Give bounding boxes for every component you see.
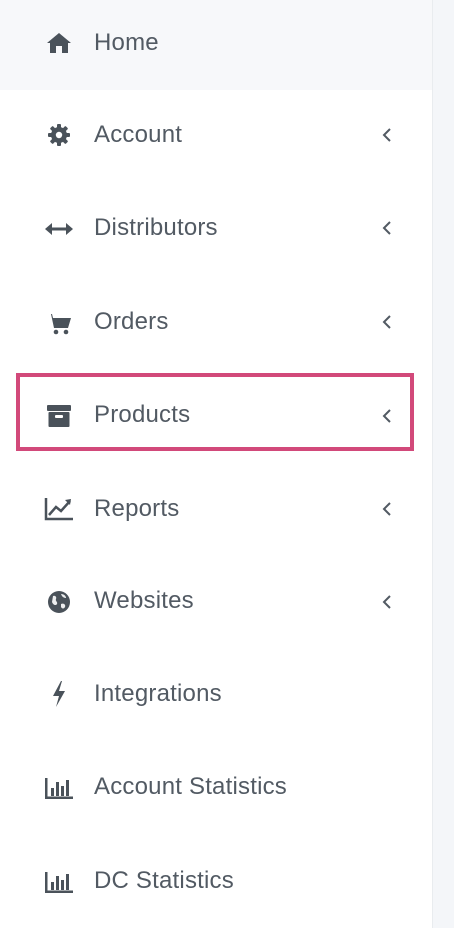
home-icon xyxy=(44,28,74,58)
line-chart-icon xyxy=(44,494,74,524)
sidebar-item-account[interactable]: Account xyxy=(0,90,432,180)
chevron-left-icon xyxy=(376,591,398,613)
sidebar-item-label: Home xyxy=(94,29,159,56)
lightning-bolt-icon xyxy=(44,679,74,709)
globe-icon xyxy=(44,587,74,617)
sidebar-item-label: Account xyxy=(94,121,183,148)
content-area-edge xyxy=(432,0,454,928)
sidebar-item-websites[interactable]: Websites xyxy=(0,556,432,646)
horizontal-arrows-icon xyxy=(44,214,74,244)
chevron-left-icon xyxy=(376,311,398,333)
gear-icon xyxy=(44,120,74,150)
bar-chart-icon xyxy=(44,773,74,803)
sidebar-item-label: Distributors xyxy=(94,214,218,241)
sidebar-nav: Home Account Distributors Orders Product… xyxy=(0,0,432,928)
sidebar-item-distributors[interactable]: Distributors xyxy=(0,183,432,273)
sidebar-item-orders[interactable]: Orders xyxy=(0,277,432,367)
sidebar-item-label: Reports xyxy=(94,495,180,522)
chevron-left-icon xyxy=(376,124,398,146)
products-highlight-outline xyxy=(16,373,414,451)
sidebar-item-integrations[interactable]: Integrations xyxy=(0,649,432,739)
sidebar-item-label: DC Statistics xyxy=(94,867,234,894)
sidebar-item-label: Orders xyxy=(94,308,169,335)
shopping-cart-icon xyxy=(44,309,74,339)
sidebar-item-label: Integrations xyxy=(94,680,222,707)
sidebar-item-account-statistics[interactable]: Account Statistics xyxy=(0,742,432,832)
sidebar-item-dc-statistics[interactable]: DC Statistics xyxy=(0,836,432,926)
bar-chart-icon xyxy=(44,867,74,897)
chevron-left-icon xyxy=(376,498,398,520)
chevron-left-icon xyxy=(376,217,398,239)
sidebar-item-label: Account Statistics xyxy=(94,773,288,800)
sidebar-item-home[interactable]: Home xyxy=(0,0,432,90)
sidebar-item-reports[interactable]: Reports xyxy=(0,463,432,553)
sidebar-item-label: Websites xyxy=(94,587,194,614)
